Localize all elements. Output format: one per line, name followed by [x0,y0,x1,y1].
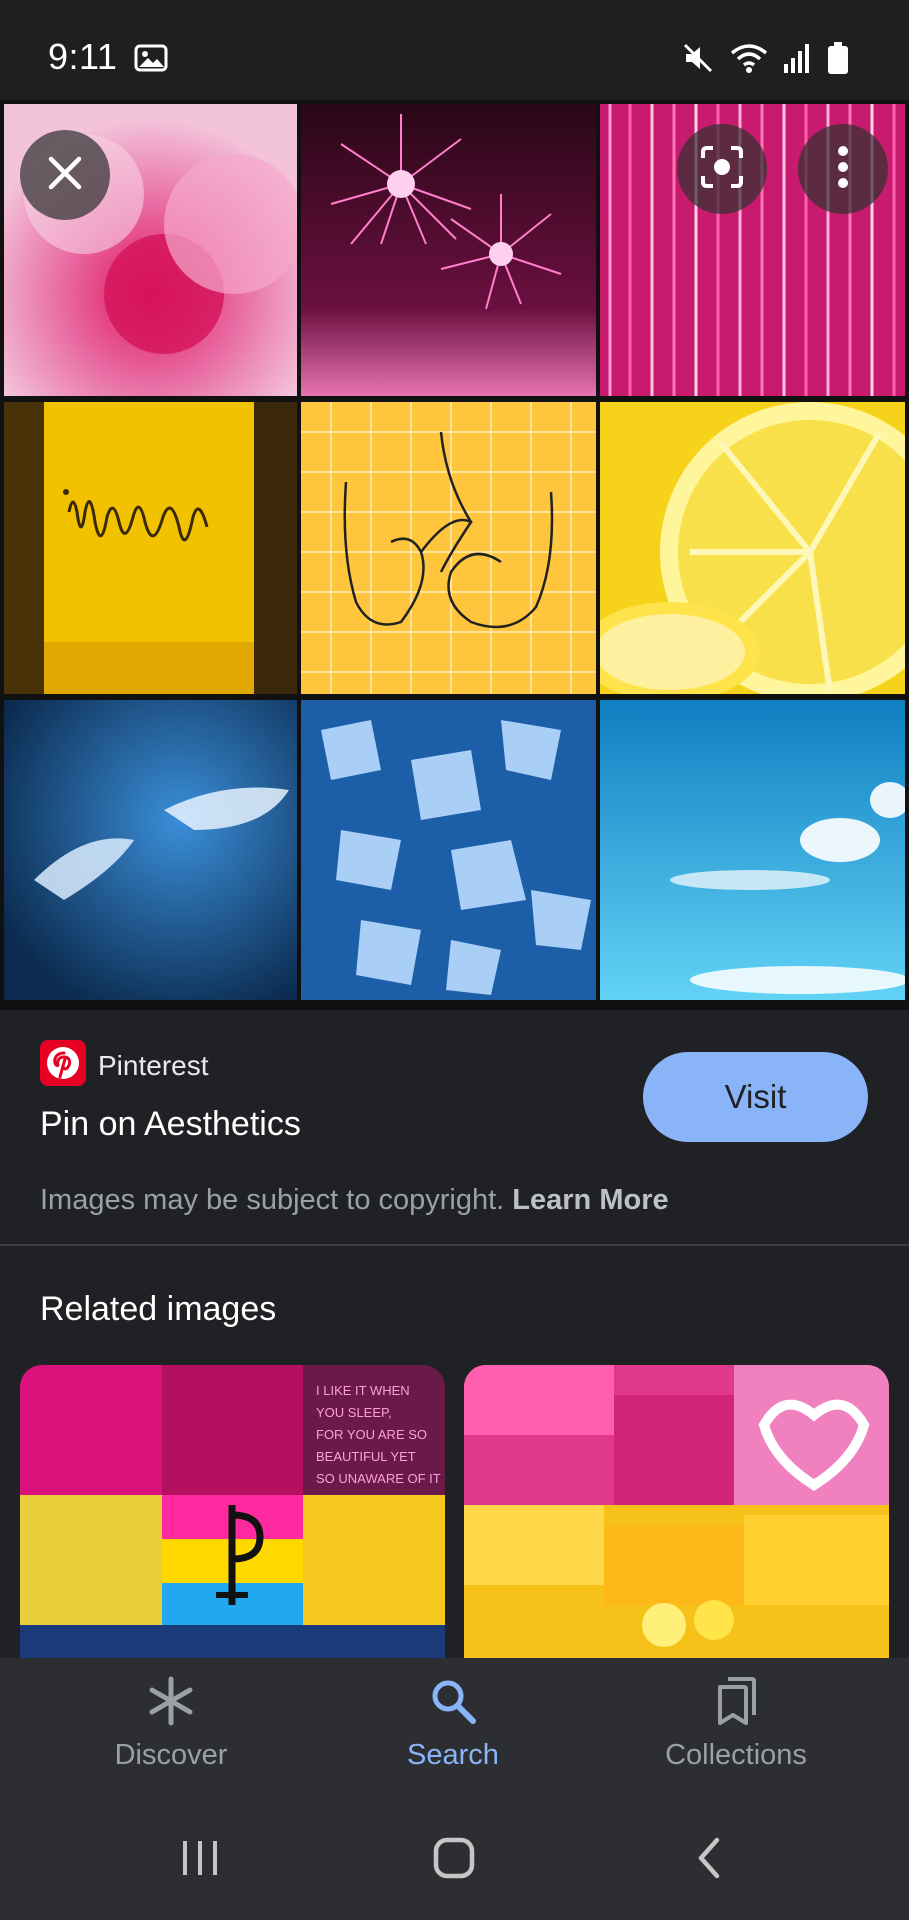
asterisk-icon [61,1675,281,1727]
divider [0,1244,909,1246]
copyright-text: Images may be subject to copyright. [40,1184,505,1216]
nav-search[interactable]: Search [343,1675,563,1772]
status-icons [681,38,849,78]
visit-button[interactable]: Visit [643,1052,868,1142]
mute-icon [681,41,715,75]
copyright-notice: Images may be subject to copyright. Lear… [40,1184,669,1217]
battery-icon [827,41,849,75]
image-tile-blue-sky [600,700,905,1000]
search-icon [343,1675,563,1727]
learn-more-link[interactable]: Learn More [512,1184,668,1216]
lens-button[interactable] [677,124,767,214]
image-tile-blue-crystals [301,700,596,1000]
source-name[interactable]: Pinterest [98,1050,209,1082]
home-icon [432,1836,476,1885]
nav-label-collections: Collections [665,1739,807,1771]
recents-button[interactable] [170,1832,230,1888]
lens-icon [699,144,745,195]
image-icon [134,44,168,72]
status-bar: 9:11 [0,0,909,100]
home-button[interactable] [424,1832,484,1888]
related-image-1[interactable]: I LIKE IT WHEN YOU SLEEP, FOR YOU ARE SO… [20,1365,445,1660]
related-images-heading: Related images [40,1290,277,1328]
related-text-line: BEAUTIFUL YET [316,1449,416,1464]
collections-icon [626,1675,846,1727]
image-tile-yellow-lemon [600,402,905,694]
status-time: 9:11 [48,36,118,77]
back-button[interactable] [679,1832,739,1888]
nav-label-search: Search [407,1739,499,1771]
nav-label-discover: Discover [114,1739,228,1771]
wifi-icon [729,41,769,75]
recents-icon [179,1837,221,1884]
signal-icon [783,42,813,74]
nav-discover[interactable]: Discover [61,1675,281,1772]
nav-collections[interactable]: Collections [626,1675,846,1772]
related-text-line: SO UNAWARE OF IT [316,1471,441,1486]
close-icon [45,153,85,198]
image-tile-yellow-pinky-promise [301,402,596,694]
back-icon [693,1836,725,1885]
more-vert-icon [836,145,850,194]
image-tile-blue-hands [4,700,297,1000]
image-tile-yellow-i-love-you [4,402,297,694]
more-options-button[interactable] [798,124,888,214]
related-text-line: FOR YOU ARE SO [316,1427,427,1442]
related-text-line: I LIKE IT WHEN [316,1383,410,1398]
main-image[interactable] [0,100,909,1010]
image-tile-pink-fireworks [301,104,596,396]
pinterest-logo [40,1040,86,1086]
page-title[interactable]: Pin on Aesthetics [40,1105,301,1144]
related-text-line: YOU SLEEP, [316,1405,392,1420]
related-image-2[interactable] [464,1365,889,1660]
close-button[interactable] [20,130,110,220]
